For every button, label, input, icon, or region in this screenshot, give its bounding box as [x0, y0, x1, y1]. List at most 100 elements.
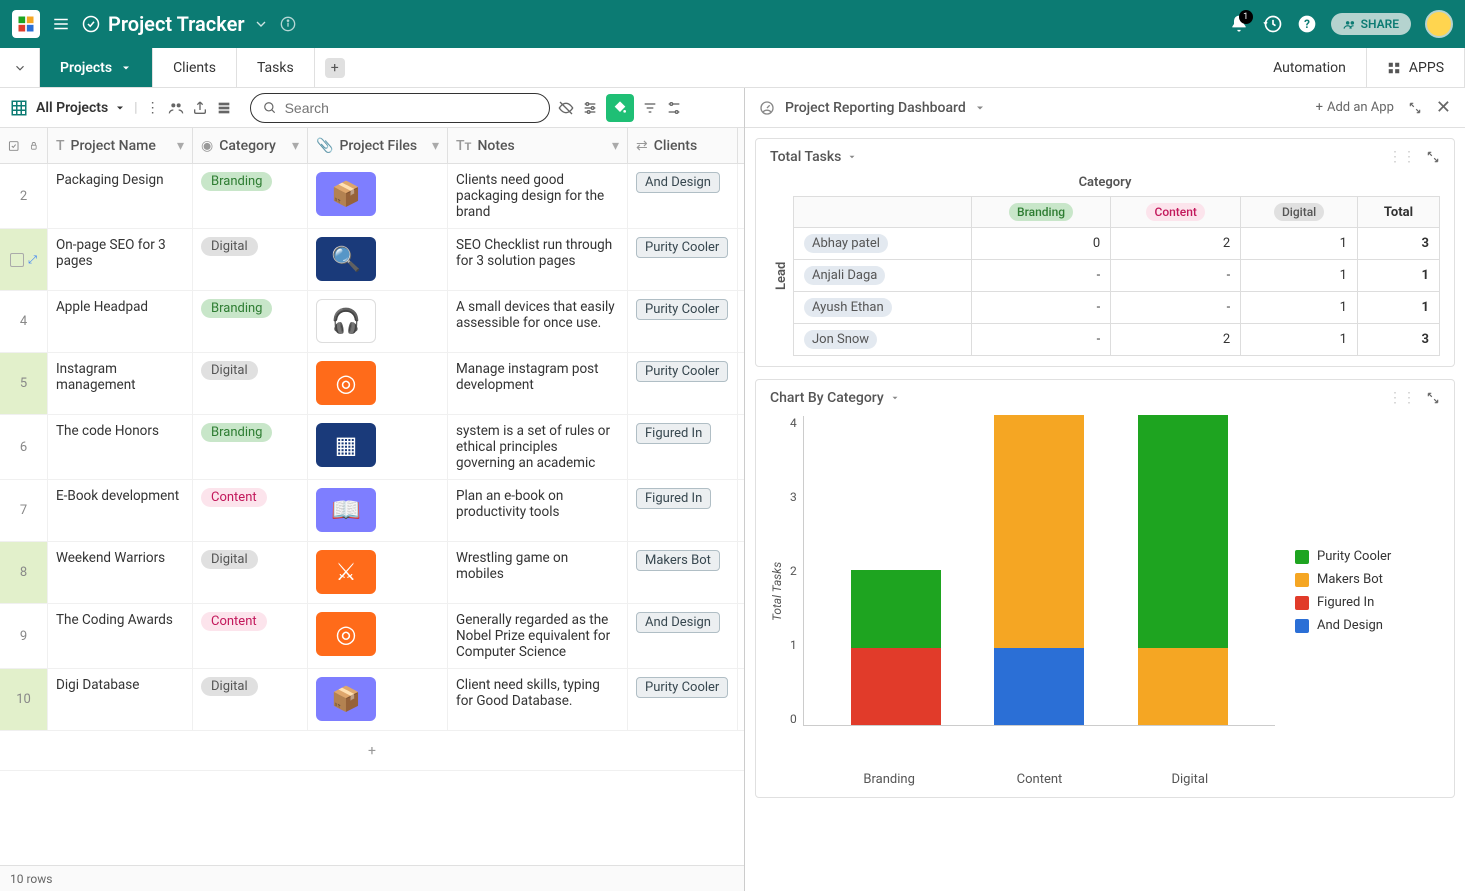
filter-icon[interactable]: [642, 100, 658, 116]
apps-button[interactable]: APPS: [1367, 48, 1465, 87]
sort-icon[interactable]: [666, 100, 682, 116]
cell-file[interactable]: ▦: [308, 415, 448, 479]
cell-file[interactable]: 📦: [308, 164, 448, 228]
cell-name[interactable]: Digi Database: [48, 669, 193, 730]
row-index[interactable]: 10: [0, 669, 48, 730]
cell-notes[interactable]: A small devices that easily assessible f…: [448, 291, 628, 352]
table-row[interactable]: 6The code HonorsBranding▦system is a set…: [0, 415, 744, 480]
cell-notes[interactable]: Client need skills, typing for Good Data…: [448, 669, 628, 730]
cell-clients[interactable]: And Design: [628, 604, 738, 668]
file-thumbnail-icon[interactable]: 🎧: [316, 299, 376, 343]
cell-category[interactable]: Digital: [193, 542, 308, 603]
bar-branding[interactable]: [851, 570, 941, 725]
share-view-icon[interactable]: [192, 100, 208, 116]
row-index[interactable]: ⤢: [0, 229, 48, 290]
hide-fields-icon[interactable]: [558, 100, 574, 116]
cell-category[interactable]: Branding: [193, 164, 308, 228]
cell-name[interactable]: The code Honors: [48, 415, 193, 479]
expand-icon[interactable]: [1408, 101, 1422, 115]
table-row[interactable]: 2Packaging DesignBranding📦Clients need g…: [0, 164, 744, 229]
chart-plot-area[interactable]: [803, 416, 1275, 726]
collapse-tabs-button[interactable]: [0, 48, 40, 87]
col-project-name[interactable]: TProject Name▾: [48, 128, 193, 163]
drag-handle-icon[interactable]: ⋮⋮: [1388, 390, 1416, 406]
cell-file[interactable]: ◎: [308, 604, 448, 668]
table-row[interactable]: 7E-Book developmentContent📖Plan an e-boo…: [0, 480, 744, 542]
row-index[interactable]: 4: [0, 291, 48, 352]
page-title[interactable]: Project Tracker: [108, 12, 269, 36]
legend-item[interactable]: And Design: [1295, 618, 1440, 633]
col-clients[interactable]: ⇄Clients: [628, 128, 738, 163]
file-thumbnail-icon[interactable]: ▦: [316, 423, 376, 467]
cell-notes[interactable]: Generally regarded as the Nobel Prize eq…: [448, 604, 628, 668]
col-files[interactable]: 📎Project Files▾: [308, 128, 448, 163]
cell-notes[interactable]: Plan an e-book on productivity tools: [448, 480, 628, 541]
cell-file[interactable]: 🔍: [308, 229, 448, 290]
widget-title[interactable]: Chart By Category: [770, 390, 900, 406]
help-icon[interactable]: ?: [1297, 14, 1317, 34]
file-thumbnail-icon[interactable]: 🔍: [316, 237, 376, 281]
pivot-table[interactable]: BrandingContentDigitalTotalAbhay patel02…: [793, 196, 1440, 356]
cell-notes[interactable]: Manage instagram post development: [448, 353, 628, 414]
cell-category[interactable]: Digital: [193, 669, 308, 730]
col-checkbox[interactable]: [0, 128, 48, 163]
history-icon[interactable]: [1263, 14, 1283, 34]
cell-category[interactable]: Content: [193, 604, 308, 668]
info-icon[interactable]: [279, 15, 297, 33]
collaborators-icon[interactable]: [168, 100, 184, 116]
legend-item[interactable]: Purity Cooler: [1295, 549, 1440, 564]
col-notes[interactable]: TтNotes▾: [448, 128, 628, 163]
cell-clients[interactable]: Purity Cooler: [628, 291, 738, 352]
row-index[interactable]: 5: [0, 353, 48, 414]
widget-title[interactable]: Total Tasks: [770, 149, 857, 165]
cell-clients[interactable]: Purity Cooler: [628, 229, 738, 290]
app-logo[interactable]: [12, 10, 40, 38]
table-row[interactable]: 9The Coding AwardsContent◎Generally rega…: [0, 604, 744, 669]
cell-clients[interactable]: And Design: [628, 164, 738, 228]
bar-segment[interactable]: [851, 648, 941, 726]
bar-segment[interactable]: [1138, 648, 1228, 726]
more-icon[interactable]: ⋮: [146, 100, 160, 116]
table-row[interactable]: 5Instagram managementDigital◎Manage inst…: [0, 353, 744, 415]
row-checkbox[interactable]: [10, 253, 24, 267]
table-row[interactable]: 4Apple HeadpadBranding🎧 A small devices t…: [0, 291, 744, 353]
legend-item[interactable]: Makers Bot: [1295, 572, 1440, 587]
add-row-button[interactable]: +: [0, 731, 744, 771]
add-tab-button[interactable]: +: [315, 48, 355, 87]
bar-segment[interactable]: [851, 570, 941, 648]
notification-bell-icon[interactable]: 1: [1229, 14, 1249, 34]
cell-category[interactable]: Digital: [193, 353, 308, 414]
cell-notes[interactable]: SEO Checklist run through for 3 solution…: [448, 229, 628, 290]
file-thumbnail-icon[interactable]: 📦: [316, 677, 376, 721]
widget-expand-icon[interactable]: [1426, 150, 1440, 164]
expand-row-icon[interactable]: ⤢: [28, 253, 37, 267]
bar-content[interactable]: [994, 415, 1084, 725]
cell-clients[interactable]: Figured In: [628, 480, 738, 541]
col-category[interactable]: ◉Category▾: [193, 128, 308, 163]
filter-config-icon[interactable]: [582, 100, 598, 116]
add-app-button[interactable]: + Add an App: [1316, 100, 1394, 115]
cell-name[interactable]: Apple Headpad: [48, 291, 193, 352]
bar-segment[interactable]: [1138, 415, 1228, 648]
dashboard-title[interactable]: Project Reporting Dashboard: [785, 100, 986, 116]
automation-button[interactable]: Automation: [1253, 48, 1367, 87]
row-index[interactable]: 7: [0, 480, 48, 541]
cell-clients[interactable]: Makers Bot: [628, 542, 738, 603]
cell-file[interactable]: 📦: [308, 669, 448, 730]
search-input[interactable]: [250, 93, 550, 123]
table-row[interactable]: 8Weekend WarriorsDigital⚔Wrestling game …: [0, 542, 744, 604]
file-thumbnail-icon[interactable]: 📖: [316, 488, 376, 532]
file-thumbnail-icon[interactable]: 📦: [316, 172, 376, 216]
share-button[interactable]: SHARE: [1331, 13, 1411, 35]
cell-file[interactable]: ⚔: [308, 542, 448, 603]
bar-segment[interactable]: [994, 415, 1084, 648]
row-height-icon[interactable]: [216, 100, 232, 116]
cell-clients[interactable]: Purity Cooler: [628, 353, 738, 414]
row-index[interactable]: 9: [0, 604, 48, 668]
cell-category[interactable]: Branding: [193, 291, 308, 352]
legend-item[interactable]: Figured In: [1295, 595, 1440, 610]
row-index[interactable]: 2: [0, 164, 48, 228]
tab-clients[interactable]: Clients: [153, 48, 237, 87]
cell-name[interactable]: On-page SEO for 3 pages: [48, 229, 193, 290]
widget-expand-icon[interactable]: [1426, 391, 1440, 405]
